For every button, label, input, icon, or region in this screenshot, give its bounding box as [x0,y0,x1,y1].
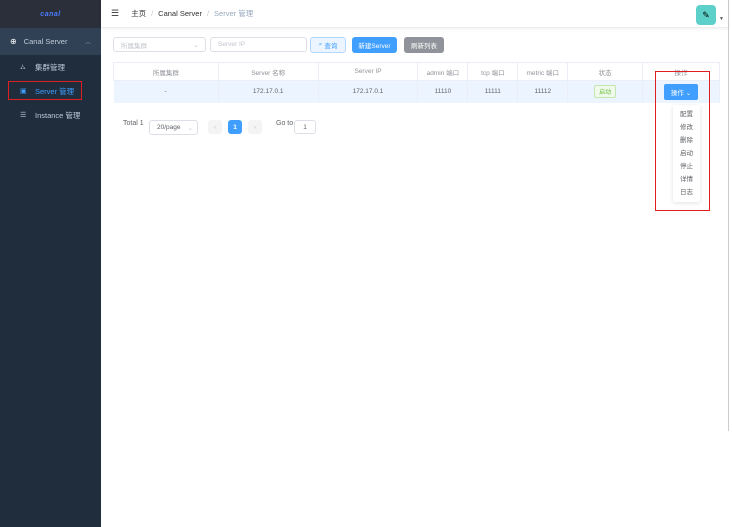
goto-label: Go to [276,120,294,127]
breadcrumb-separator: / [151,9,154,18]
column-header: tcp 端口 [467,62,519,81]
search-button[interactable]: ⌕ 查询 [310,37,346,53]
highlight-box-actions [655,71,710,211]
search-icon: ⌕ [318,41,323,48]
sidebar-item-label: Instance 管理 [35,110,81,120]
chevron-down-icon: ⌄ [187,124,193,132]
new-server-button[interactable]: 新建Server [352,37,397,53]
breadcrumb-canal-server[interactable]: Canal Server [158,9,202,18]
avatar[interactable]: ✎ [696,5,716,25]
column-header: 所属集群 [113,62,219,81]
column-header: Server 名称 [217,62,319,81]
next-page-button[interactable]: › [248,120,262,134]
page-size-select[interactable]: 20/page ⌄ [149,120,198,135]
breadcrumb-current: Server 管理 [214,9,254,18]
sidebar-group-canal-server[interactable]: ⊕ Canal Server ︿ [0,28,101,55]
goto-page-input[interactable]: 1 [294,120,316,134]
sidebar-item-instance[interactable]: ☰ Instance 管理 [0,103,101,127]
prev-page-button[interactable]: ‹ [208,120,222,134]
cluster-icon: ⛼ [20,63,26,71]
header: ☰ 主页 / Canal Server / Server 管理 ✎ ▼ [101,0,728,28]
cluster-select[interactable]: 所属集群 ⌄ [113,37,206,52]
sidebar-group-label: Canal Server [23,37,68,46]
highlight-box-sidebar [8,81,82,100]
status-badge: 启动 [594,85,617,99]
cell-name: 172.17.0.1 [218,80,319,103]
server-table: 所属集群 Server 名称 Server IP admin 端口 tcp 端口… [113,62,720,103]
instance-icon: ☰ [20,112,27,119]
table-row: - 172.17.0.1 172.17.0.1 11110 11111 1111… [113,80,720,103]
cell-tcp-port: 11111 [467,80,519,103]
chevron-down-icon: ⌄ [193,41,199,49]
sidebar-item-label: 集群管理 [35,62,65,72]
server-ip-input[interactable]: Server IP [210,37,307,52]
column-header: admin 端口 [417,62,469,81]
breadcrumb-separator: / [206,9,210,18]
logo: canal [0,0,101,28]
cell-cluster: - [113,80,219,103]
chevron-up-icon: ︿ [84,40,91,46]
caret-down-icon[interactable]: ▼ [719,16,724,22]
column-header: Server IP [317,62,419,81]
column-header: 状态 [567,62,644,81]
cell-ip: 172.17.0.1 [318,80,419,103]
refresh-list-button[interactable]: 刷新列表 [404,37,444,53]
breadcrumb-home[interactable]: 主页 [131,8,146,19]
page-1-button[interactable]: 1 [228,120,242,134]
column-header: metric 端口 [517,62,569,81]
sidebar-item-cluster[interactable]: ⛼ 集群管理 [0,55,101,79]
total-count: Total 1 [123,120,144,127]
sidebar: canal ⊕ Canal Server ︿ ⛼ 集群管理 ▣ Server 管理 … [0,0,101,527]
cell-admin-port: 11110 [417,80,469,103]
hamburger-icon[interactable]: ☰ [111,8,119,19]
cell-status: 启动 [567,80,644,103]
canal-server-icon: ⊕ [10,37,17,46]
cell-metric-port: 11112 [517,80,569,103]
